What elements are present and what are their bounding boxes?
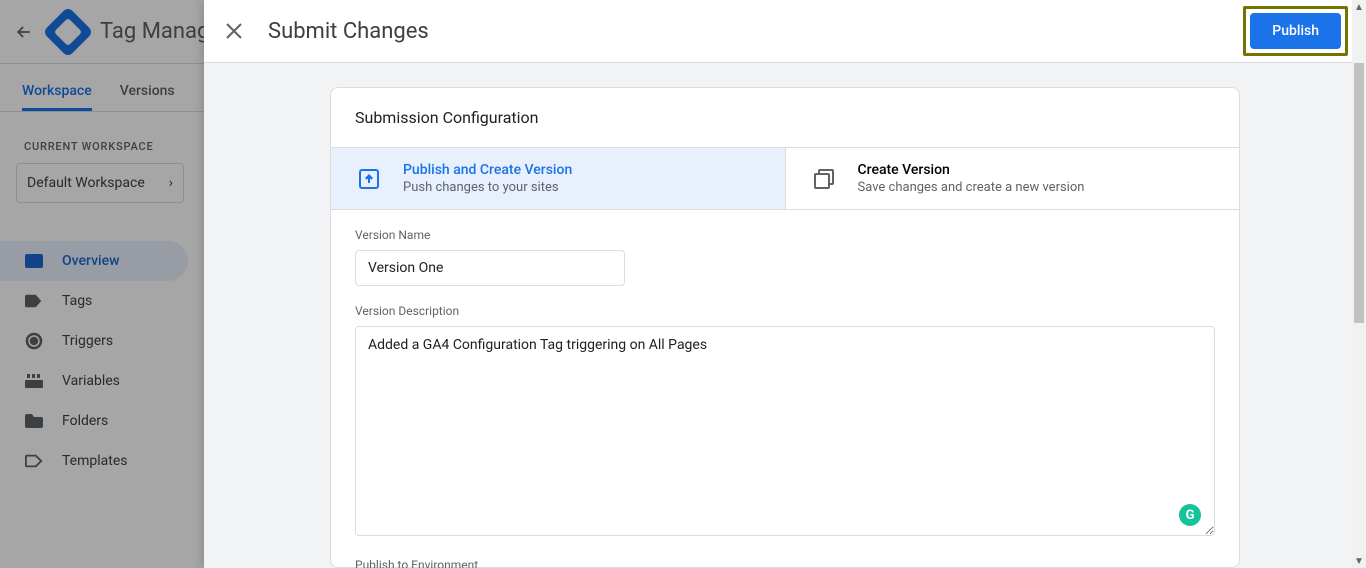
card-heading: Submission Configuration <box>331 88 1239 147</box>
option-subtitle: Save changes and create a new version <box>858 180 1085 195</box>
panel-title: Submit Changes <box>268 19 429 44</box>
version-desc-block: Version Description G <box>331 286 1239 540</box>
option-publish-create[interactable]: Publish and Create Version Push changes … <box>331 148 786 209</box>
publish-button[interactable]: Publish <box>1250 13 1341 49</box>
grammarly-icon[interactable]: G <box>1179 504 1201 526</box>
version-desc-label: Version Description <box>355 304 1215 318</box>
submission-config-card: Submission Configuration Publish and Cre… <box>330 87 1240 568</box>
option-title: Create Version <box>858 162 1085 178</box>
version-desc-textarea[interactable] <box>355 326 1215 536</box>
panel-header: Submit Changes Publish <box>204 0 1366 63</box>
version-name-input[interactable] <box>355 250 625 286</box>
option-title: Publish and Create Version <box>403 162 572 178</box>
upload-icon <box>355 165 383 193</box>
version-name-block: Version Name <box>331 210 1239 286</box>
vertical-scrollbar[interactable]: ▲ ▼ <box>1352 0 1366 568</box>
option-create-version[interactable]: Create Version Save changes and create a… <box>786 148 1240 209</box>
option-subtitle: Push changes to your sites <box>403 180 572 195</box>
panel-body: Submission Configuration Publish and Cre… <box>204 63 1366 568</box>
scroll-thumb[interactable] <box>1354 63 1364 323</box>
version-name-label: Version Name <box>355 228 1215 242</box>
scroll-up-icon[interactable]: ▲ <box>1352 0 1366 14</box>
submit-changes-panel: Submit Changes Publish Submission Config… <box>204 0 1366 568</box>
publish-env-block: Publish to Environment <box>331 540 1239 568</box>
scroll-down-icon[interactable]: ▼ <box>1352 554 1366 568</box>
publish-highlight-box: Publish <box>1243 6 1348 56</box>
config-options: Publish and Create Version Push changes … <box>331 147 1239 210</box>
publish-env-label: Publish to Environment <box>355 558 1215 568</box>
close-icon[interactable] <box>222 19 246 43</box>
version-icon <box>810 165 838 193</box>
